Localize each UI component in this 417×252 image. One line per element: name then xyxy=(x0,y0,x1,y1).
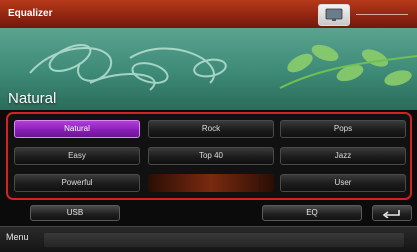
leaf-decoration-icon xyxy=(29,44,417,91)
preset-button-powerful[interactable]: Powerful xyxy=(14,174,140,192)
screen-title: Equalizer xyxy=(8,8,53,19)
preset-button-jazz[interactable]: Jazz xyxy=(280,147,406,165)
current-preset-label: Natural xyxy=(8,90,57,107)
back-button[interactable] xyxy=(372,205,412,221)
footer-bar: Menu xyxy=(0,226,417,252)
menu-button[interactable]: Menu xyxy=(6,232,29,242)
return-arrow-icon xyxy=(382,210,400,218)
preset-button-user[interactable]: User xyxy=(280,174,406,192)
preset-button-top40[interactable]: Top 40 xyxy=(148,147,274,165)
header-divider xyxy=(356,14,408,15)
equalizer-screen: Equalizer Natural Natural Rock Pops Easy… xyxy=(0,0,417,252)
preset-banner: Natural xyxy=(0,28,417,110)
display-icon-button[interactable] xyxy=(318,4,350,26)
footer-status-strip xyxy=(44,233,404,247)
preset-grid: Natural Rock Pops Easy Top 40 Jazz Power… xyxy=(6,112,412,200)
preset-button-easy[interactable]: Easy xyxy=(14,147,140,165)
empty-preset-slot xyxy=(148,174,274,192)
title-bar: Equalizer xyxy=(0,0,417,29)
source-button[interactable]: USB xyxy=(30,205,120,221)
eq-button[interactable]: EQ xyxy=(262,205,362,221)
preset-button-rock[interactable]: Rock xyxy=(148,120,274,138)
display-icon xyxy=(325,8,343,21)
preset-button-pops[interactable]: Pops xyxy=(280,120,406,138)
preset-button-natural[interactable]: Natural xyxy=(14,120,140,138)
